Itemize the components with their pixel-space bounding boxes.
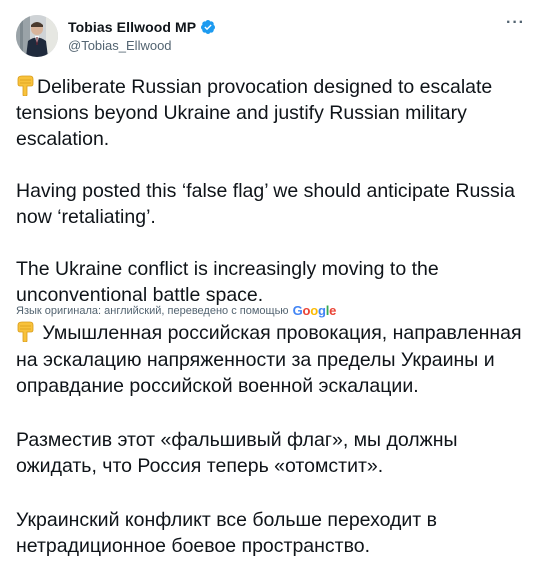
translation-note-text: Язык оригинала: английский, переведено с… (16, 304, 289, 317)
more-options-icon[interactable]: ··· (506, 14, 525, 32)
translated-paragraph: Умышленная российская провокация, направ… (16, 320, 536, 400)
translated-paragraph-2: Разместив этот «фальшивый флаг», мы долж… (16, 428, 458, 478)
translated-text: Умышленная российская провокация, направ… (16, 320, 536, 560)
tweet-card: Tobias Ellwood MP @Tobias_Ellwood ··· De… (0, 0, 543, 586)
tweet-paragraph-3: The Ukraine conflict is increasingly mov… (16, 258, 439, 306)
avatar-photo (16, 15, 58, 57)
translation-attribution: Язык оригинала: английский, переведено с… (16, 303, 336, 318)
tweet-paragraph-1: Deliberate Russian provocation designed … (16, 76, 493, 150)
google-logo[interactable]: Google (293, 303, 337, 318)
author-handle[interactable]: @Tobias_Ellwood (68, 38, 172, 53)
translated-paragraph-1: Умышленная российская провокация, направ… (16, 322, 522, 397)
author-display-name[interactable]: Tobias Ellwood MP (68, 19, 196, 35)
verified-badge-icon (200, 19, 216, 35)
pointing-down-emoji-icon (16, 74, 36, 97)
translated-paragraph-3: Украинский конфликт все больше переходит… (16, 508, 438, 558)
tweet-paragraph-2: Having posted this ‘false flag’ we shoul… (16, 180, 515, 228)
author-name-row[interactable]: Tobias Ellwood MP (68, 18, 216, 36)
tweet-paragraph: Deliberate Russian provocation designed … (16, 74, 531, 152)
pointing-down-emoji-icon (16, 320, 36, 343)
avatar[interactable] (16, 15, 58, 57)
tweet-text: Deliberate Russian provocation designed … (16, 74, 531, 308)
